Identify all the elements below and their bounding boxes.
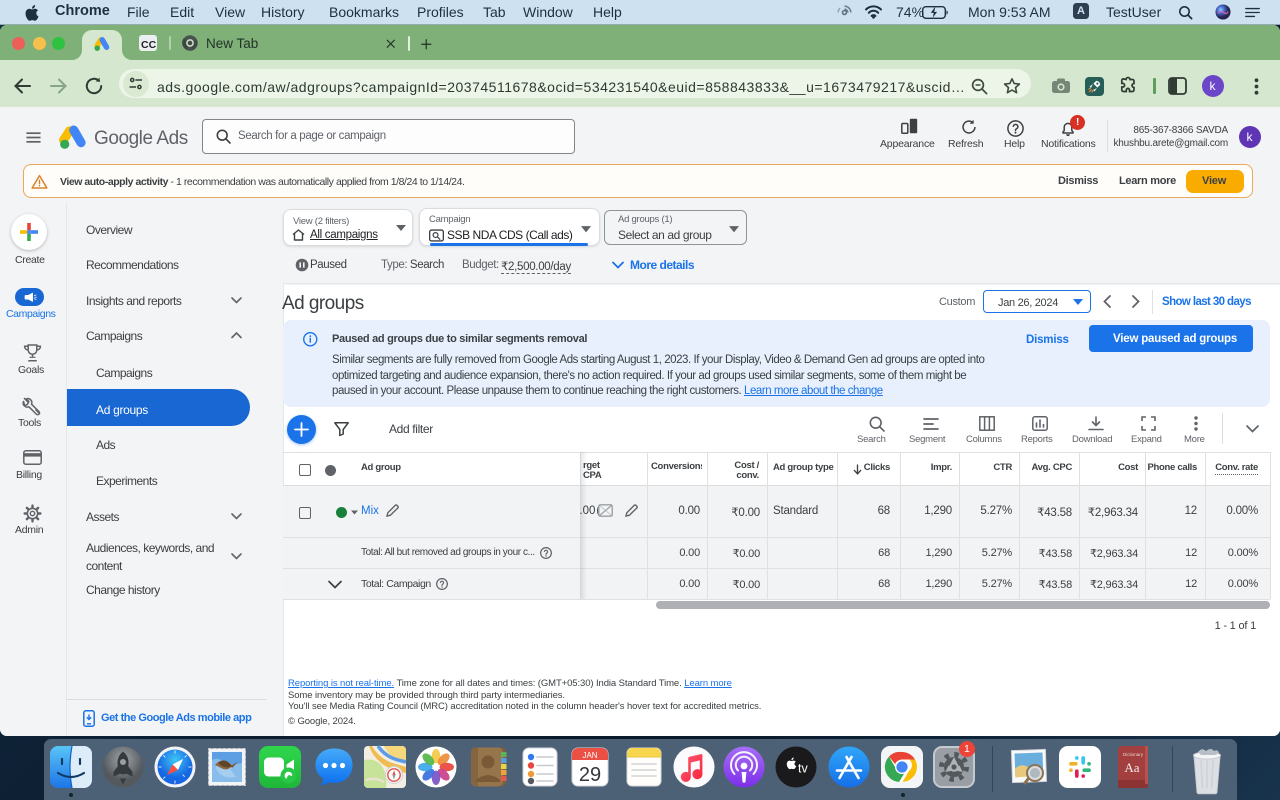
svg-text:29: 29	[579, 764, 601, 786]
svg-text:Dictionary: Dictionary	[1123, 752, 1144, 757]
svg-text:Aa: Aa	[1124, 760, 1139, 775]
svg-text:tv: tv	[798, 762, 808, 776]
svg-text:JAN: JAN	[582, 751, 597, 760]
